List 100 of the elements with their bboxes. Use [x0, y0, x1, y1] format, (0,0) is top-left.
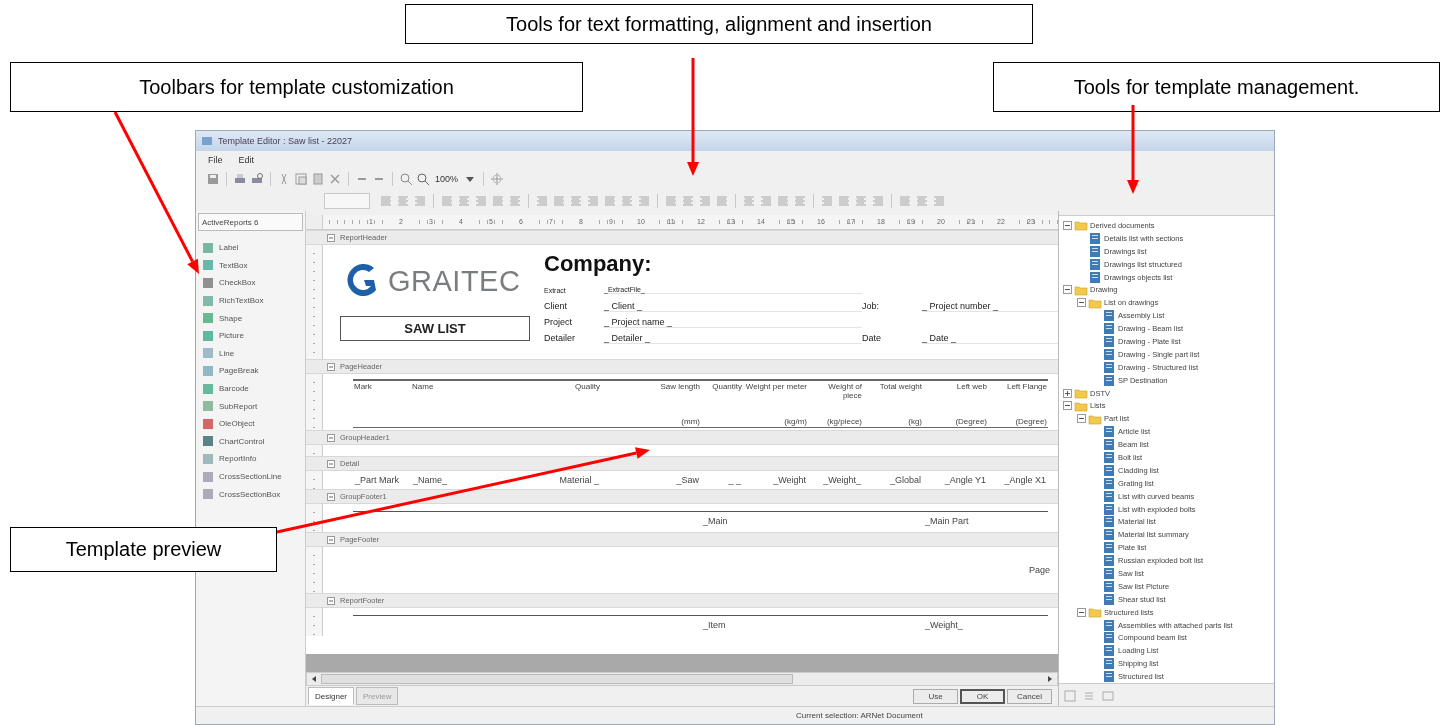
- document-icon[interactable]: [1102, 347, 1116, 361]
- format-icon[interactable]: [413, 193, 427, 208]
- format-icon[interactable]: [664, 193, 678, 208]
- format-icon[interactable]: [854, 193, 868, 208]
- document-icon[interactable]: [1088, 231, 1102, 245]
- toolbox-header[interactable]: ActiveReports 6: [198, 213, 303, 231]
- document-icon[interactable]: [1102, 554, 1116, 568]
- control-icon[interactable]: [202, 364, 214, 377]
- document-icon[interactable]: [1102, 631, 1116, 645]
- toolbox-item[interactable]: Barcode: [219, 384, 249, 394]
- expand-toggle[interactable]: [1063, 388, 1072, 398]
- document-icon[interactable]: [1088, 244, 1102, 258]
- collapse-icon[interactable]: [326, 534, 336, 545]
- document-icon[interactable]: [1102, 502, 1116, 516]
- menu-item[interactable]: File: [206, 154, 225, 165]
- format-icon[interactable]: [569, 193, 583, 208]
- control-icon[interactable]: [202, 470, 214, 483]
- control-icon[interactable]: [202, 400, 214, 413]
- document-icon[interactable]: [1102, 644, 1116, 658]
- format-icon[interactable]: [932, 193, 946, 208]
- control-icon[interactable]: [202, 452, 214, 465]
- toolbox-item[interactable]: Shape: [219, 313, 243, 323]
- format-icon[interactable]: [637, 193, 651, 208]
- horizontal-scrollbar[interactable]: [306, 672, 1058, 686]
- document-icon[interactable]: [1102, 334, 1116, 348]
- expand-toggle[interactable]: [1077, 607, 1086, 617]
- format-icon[interactable]: [440, 193, 454, 208]
- toolbox-item[interactable]: ReportInfo: [219, 454, 257, 464]
- dialog-button[interactable]: Cancel: [1007, 688, 1052, 704]
- document-icon[interactable]: [1102, 657, 1116, 671]
- format-icon[interactable]: [586, 193, 600, 208]
- document-icon[interactable]: [1102, 515, 1116, 529]
- format-icon[interactable]: [820, 193, 834, 208]
- toolbox-item[interactable]: PageBreak: [219, 366, 259, 376]
- control-icon[interactable]: [202, 241, 214, 254]
- expand-toggle[interactable]: [1063, 285, 1072, 295]
- format-icon[interactable]: [915, 193, 929, 208]
- control-icon[interactable]: [202, 312, 214, 325]
- app-icon[interactable]: [200, 134, 214, 148]
- toolbox-item[interactable]: CrossSectionLine: [219, 472, 282, 481]
- zoom-value[interactable]: 100%: [433, 174, 461, 184]
- expand-toggle[interactable]: [1077, 298, 1086, 308]
- toolbox-item[interactable]: SubReport: [219, 401, 258, 411]
- dialog-button[interactable]: Use: [913, 688, 958, 704]
- format-icon[interactable]: [491, 193, 505, 208]
- document-icon[interactable]: [1102, 373, 1116, 387]
- document-icon[interactable]: [1088, 257, 1102, 271]
- toolbox-item[interactable]: OleObject: [219, 419, 255, 429]
- document-icon[interactable]: [1102, 476, 1116, 490]
- format-icon[interactable]: [871, 193, 885, 208]
- print-icon[interactable]: [233, 172, 247, 186]
- print-preview-icon[interactable]: [250, 172, 264, 186]
- format-icon[interactable]: [898, 193, 912, 208]
- document-icon[interactable]: [1102, 438, 1116, 452]
- format-icon[interactable]: [474, 193, 488, 208]
- toolbox-item[interactable]: TextBox: [219, 260, 248, 270]
- format-icon[interactable]: [681, 193, 695, 208]
- control-icon[interactable]: [202, 329, 214, 342]
- document-icon[interactable]: [1102, 451, 1116, 464]
- document-icon[interactable]: [1102, 592, 1116, 606]
- font-field[interactable]: [324, 192, 370, 209]
- collapse-icon[interactable]: [326, 595, 336, 606]
- format-icon[interactable]: [742, 193, 756, 208]
- document-icon[interactable]: [1102, 322, 1116, 336]
- paste-icon[interactable]: [311, 172, 325, 186]
- control-icon[interactable]: [202, 488, 214, 501]
- toolbox-item[interactable]: CheckBox: [219, 278, 256, 288]
- document-icon[interactable]: [1102, 425, 1116, 439]
- control-icon[interactable]: [202, 277, 214, 289]
- format-icon[interactable]: [603, 193, 617, 208]
- zoom-out-icon[interactable]: [399, 172, 413, 186]
- document-icon[interactable]: [1102, 463, 1116, 477]
- collapse-icon[interactable]: [326, 361, 336, 372]
- expand-toggle[interactable]: [1063, 220, 1072, 230]
- toolbox-item[interactable]: CrossSectionBox: [219, 489, 281, 499]
- document-icon[interactable]: [1102, 528, 1116, 542]
- toolbox-item[interactable]: RichTextBox: [219, 296, 264, 306]
- control-icon[interactable]: [202, 417, 214, 430]
- save-icon[interactable]: [206, 172, 220, 186]
- format-icon[interactable]: [620, 193, 634, 208]
- document-icon[interactable]: [1102, 567, 1116, 580]
- control-icon[interactable]: [202, 259, 214, 272]
- toolbox-item[interactable]: Line: [219, 348, 235, 358]
- format-icon[interactable]: [379, 193, 393, 208]
- document-icon[interactable]: [1102, 309, 1116, 323]
- format-icon[interactable]: [776, 193, 790, 208]
- document-icon[interactable]: [1102, 541, 1116, 555]
- format-icon[interactable]: [715, 193, 729, 208]
- format-icon[interactable]: [508, 193, 522, 208]
- format-icon[interactable]: [698, 193, 712, 208]
- document-icon[interactable]: [1102, 360, 1116, 374]
- move-icon[interactable]: [490, 172, 505, 186]
- collapse-icon[interactable]: [326, 491, 336, 502]
- document-icon[interactable]: [1088, 270, 1102, 284]
- toolbox-item[interactable]: Picture: [219, 331, 244, 341]
- format-icon[interactable]: [837, 193, 851, 208]
- document-icon[interactable]: [1102, 670, 1116, 684]
- copy-icon[interactable]: [294, 172, 308, 186]
- collapse-icon[interactable]: [326, 232, 336, 243]
- toolbox-item[interactable]: ChartControl: [219, 436, 265, 446]
